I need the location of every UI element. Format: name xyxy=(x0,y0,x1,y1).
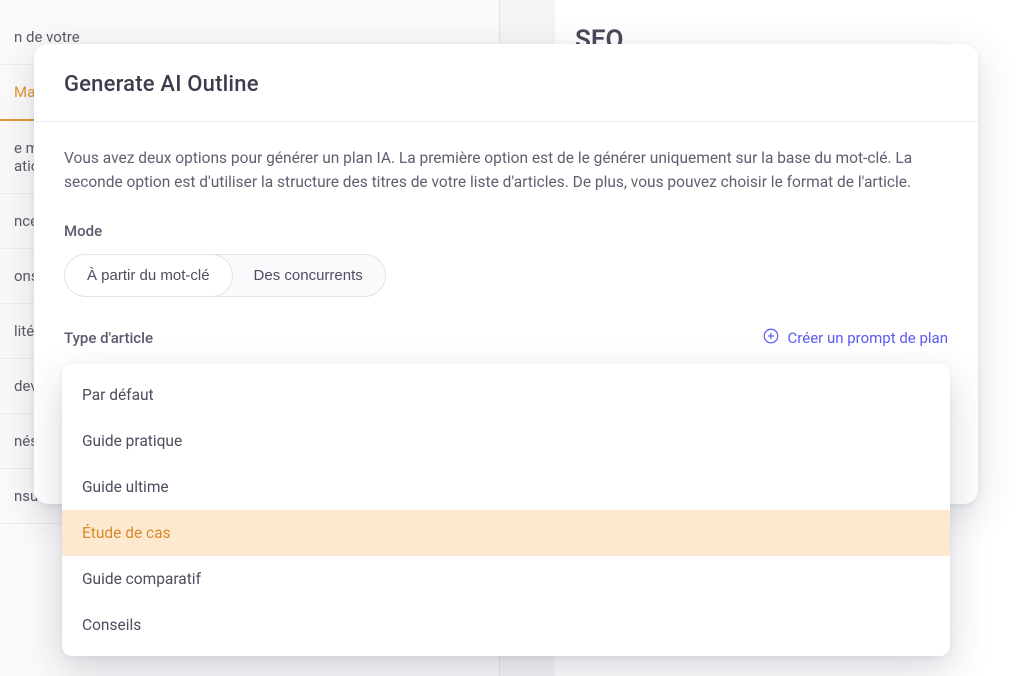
plus-circle-icon xyxy=(762,327,780,349)
mode-option-keyword[interactable]: À partir du mot-clé xyxy=(65,255,232,296)
article-type-dropdown: Par défautGuide pratiqueGuide ultimeÉtud… xyxy=(62,364,950,656)
article-type-option[interactable]: Guide ultime xyxy=(62,464,950,510)
create-prompt-label: Créer un prompt de plan xyxy=(788,329,948,347)
article-type-option[interactable]: Guide pratique xyxy=(62,418,950,464)
modal-body: Vous avez deux options pour générer un p… xyxy=(34,122,978,377)
article-type-option[interactable]: Conseils xyxy=(62,602,950,648)
mode-segmented-control: À partir du mot-clé Des concurrents xyxy=(64,254,386,297)
modal-title: Generate AI Outline xyxy=(64,72,948,97)
mode-option-competitors[interactable]: Des concurrents xyxy=(232,255,385,296)
modal-header: Generate AI Outline xyxy=(34,44,978,122)
type-label: Type d'article xyxy=(64,329,153,347)
article-type-option[interactable]: Par défaut xyxy=(62,372,950,418)
article-type-option[interactable]: Guide comparatif xyxy=(62,556,950,602)
mode-label: Mode xyxy=(64,222,948,240)
article-type-option[interactable]: Étude de cas xyxy=(62,510,950,556)
modal-description: Vous avez deux options pour générer un p… xyxy=(64,146,948,194)
create-outline-prompt-link[interactable]: Créer un prompt de plan xyxy=(762,327,948,349)
